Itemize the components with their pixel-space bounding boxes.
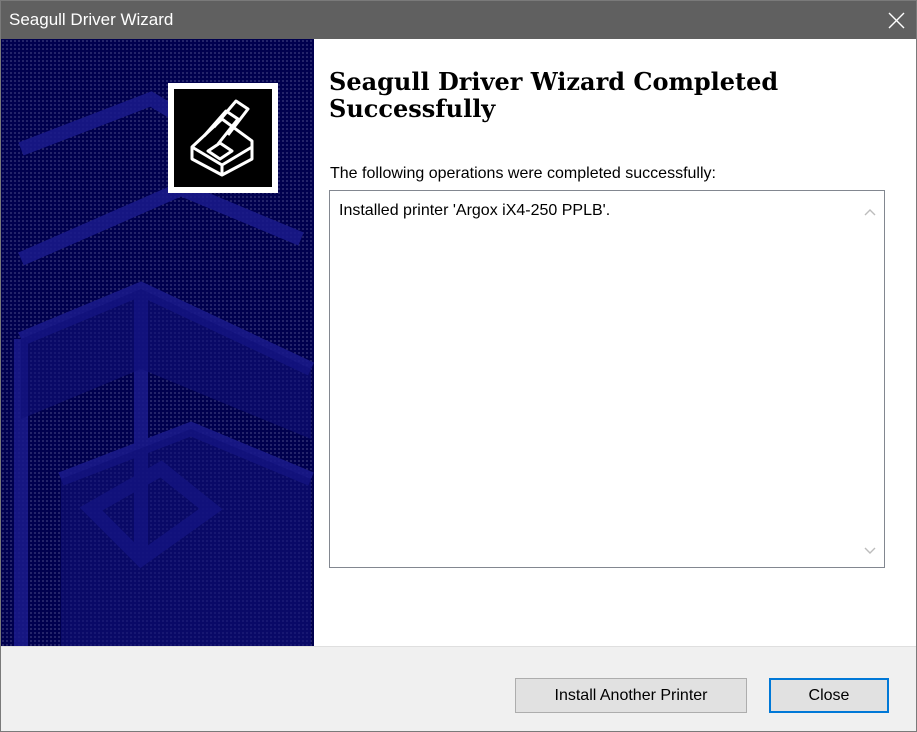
install-another-printer-button[interactable]: Install Another Printer bbox=[515, 678, 747, 713]
log-line: Installed printer 'Argox iX4-250 PPLB'. bbox=[339, 202, 611, 219]
wizard-content: Seagull Driver Wizard Completed Successf… bbox=[1, 39, 916, 646]
wizard-window: Seagull Driver Wizard Seagull Driver Wiz… bbox=[0, 0, 917, 732]
button-bar: Install Another Printer Close bbox=[1, 646, 916, 731]
scroll-up-icon[interactable] bbox=[861, 203, 878, 220]
close-icon[interactable] bbox=[876, 1, 916, 39]
close-button[interactable]: Close bbox=[769, 678, 889, 713]
operations-log[interactable]: Installed printer 'Argox iX4-250 PPLB'. bbox=[329, 190, 885, 568]
title-bar[interactable]: Seagull Driver Wizard bbox=[1, 1, 916, 39]
operations-label: The following operations were completed … bbox=[330, 165, 716, 182]
scroll-down-icon[interactable] bbox=[861, 542, 878, 559]
wizard-printer-icon bbox=[168, 83, 278, 193]
wizard-banner-image bbox=[1, 39, 314, 646]
page-title: Seagull Driver Wizard Completed Successf… bbox=[329, 67, 779, 123]
window-title: Seagull Driver Wizard bbox=[9, 10, 174, 29]
